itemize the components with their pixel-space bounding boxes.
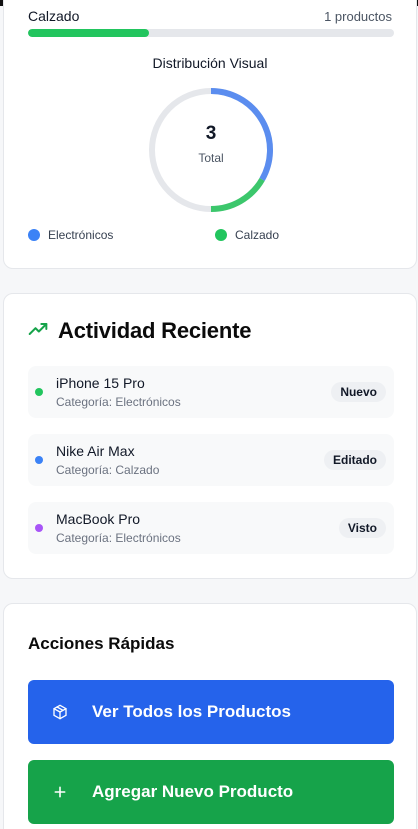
distribution-title: Distribución Visual [152, 55, 268, 71]
activity-item[interactable]: iPhone 15 Pro Categoría: Electrónicos Nu… [28, 366, 394, 418]
package-icon [28, 704, 92, 720]
category-progress-track [28, 29, 394, 37]
activity-product-category: Categoría: Electrónicos [56, 395, 181, 409]
activity-product-name: iPhone 15 Pro [56, 375, 145, 391]
legend-label: Calzado [235, 228, 280, 242]
status-dot [35, 524, 43, 532]
activity-badge: Editado [324, 450, 386, 470]
activity-product-name: Nike Air Max [56, 443, 135, 459]
legend-dot [215, 229, 227, 241]
view-all-products-label: Ver Todos los Productos [92, 702, 291, 721]
activity-header: Actividad Reciente [28, 318, 251, 344]
status-dot [35, 456, 43, 464]
activity-item[interactable]: Nike Air Max Categoría: Calzado Editado [28, 434, 394, 486]
quick-actions-title: Acciones Rápidas [28, 634, 175, 653]
activity-item[interactable]: MacBook Pro Categoría: Electrónicos Vist… [28, 502, 394, 554]
donut-svg [149, 88, 273, 212]
legend-dot [28, 229, 40, 241]
donut-total-label: Total [198, 151, 224, 165]
legend-item-calzado: Calzado [215, 228, 279, 242]
category-name: Calzado [28, 8, 80, 24]
legend-label: Electrónicos [48, 228, 114, 242]
add-new-product-button[interactable]: Agregar Nuevo Producto [28, 760, 394, 824]
plus-icon [28, 784, 92, 800]
category-row: Calzado 1 productos [28, 7, 392, 25]
recent-activity-card: Actividad Reciente iPhone 15 Pro Categor… [3, 293, 417, 579]
donut-segment-1 [210, 177, 265, 212]
activity-product-category: Categoría: Electrónicos [56, 531, 181, 545]
trending-up-icon [28, 319, 48, 344]
activity-product-name: MacBook Pro [56, 511, 141, 527]
activity-product-category: Categoría: Calzado [56, 463, 160, 477]
quick-actions-card: Acciones Rápidas Ver Todos los Productos… [3, 603, 417, 829]
legend-item-electronicos: Electrónicos [28, 228, 113, 242]
category-count: 1 productos [324, 8, 392, 24]
view-all-products-button[interactable]: Ver Todos los Productos [28, 680, 394, 744]
category-progress-fill [28, 29, 149, 37]
distribution-card: Calzado 1 productos Distribución Visual … [3, 0, 417, 269]
activity-badge: Nuevo [331, 382, 386, 402]
activity-title: Actividad Reciente [58, 318, 252, 343]
donut-chart: 3 Total [146, 85, 276, 215]
activity-badge: Visto [338, 518, 386, 538]
donut-total-value: 3 [205, 123, 217, 144]
add-new-product-label: Agregar Nuevo Producto [92, 782, 294, 801]
status-dot [35, 388, 43, 396]
